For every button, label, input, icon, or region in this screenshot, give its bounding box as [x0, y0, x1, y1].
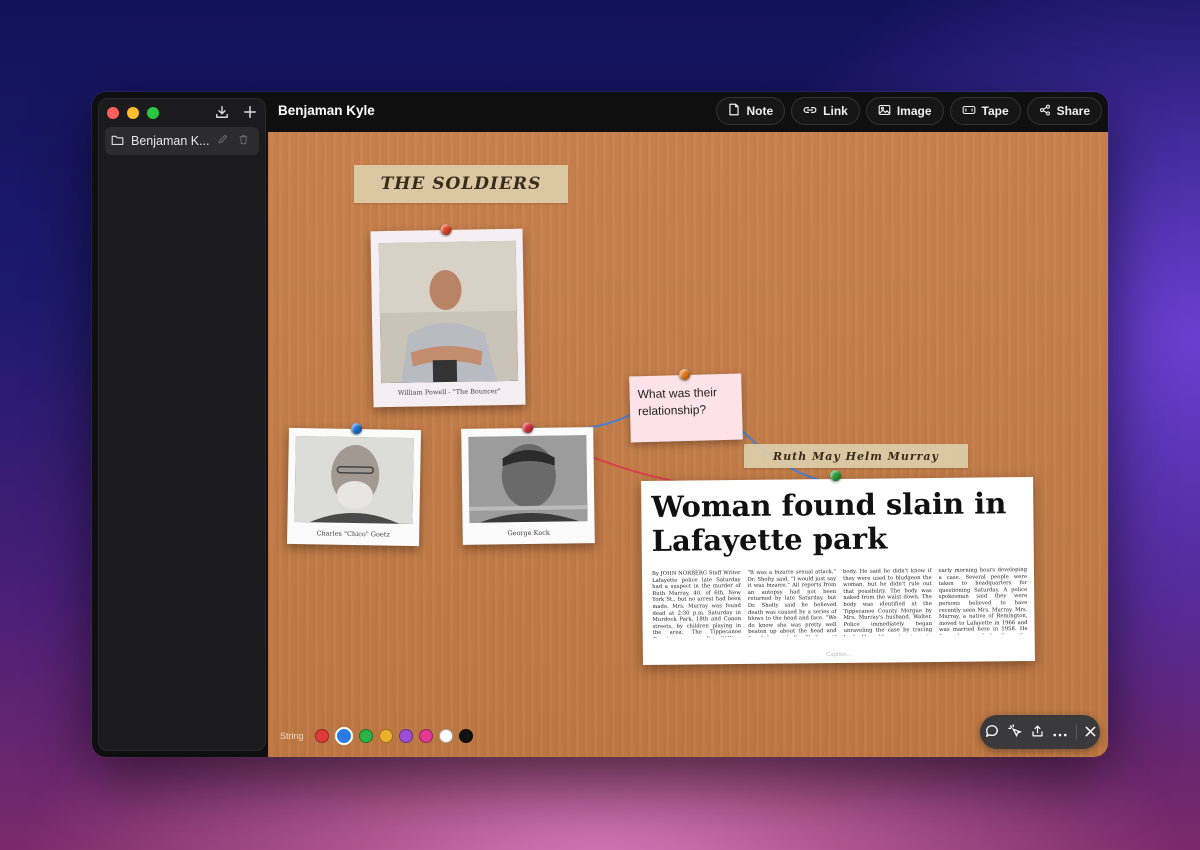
image-button-label: Image	[896, 104, 932, 118]
tape-label-soldiers-text: The Soldiers	[380, 174, 542, 194]
tape-icon	[962, 104, 976, 118]
trash-icon[interactable]	[238, 134, 249, 148]
board-title: Benjaman Kyle	[278, 103, 375, 118]
comment-icon[interactable]	[985, 724, 999, 741]
sticky-note[interactable]: What was their relationship?	[629, 368, 743, 443]
image-icon	[878, 104, 891, 119]
swatch-green[interactable]	[358, 729, 373, 743]
clipping-column: body. He said he didn't know if they wer…	[842, 568, 933, 638]
folder-icon	[111, 134, 124, 149]
link-button-label: Link	[823, 104, 848, 118]
more-icon[interactable]	[1052, 724, 1067, 740]
newspaper-clipping[interactable]: Woman found slain in Lafayette park By J…	[641, 469, 1035, 666]
tape-label-soldiers[interactable]: The Soldiers	[354, 165, 568, 203]
pushpin-blue-icon[interactable]	[350, 422, 363, 435]
clipping-column: "It was a bizarre sexual attack," Dr. Sh…	[747, 569, 837, 638]
toolbar: Note Link Image Tape Share	[716, 97, 1102, 125]
download-icon[interactable]	[215, 105, 229, 123]
photo-card-william-powell[interactable]: William Powell - "The Bouncer"	[370, 223, 526, 408]
photo-caption: William Powell - "The Bouncer"	[397, 387, 501, 397]
swatch-yellow[interactable]	[378, 729, 393, 743]
share-icon	[1039, 104, 1051, 119]
clipping-column: early morning hours developing a case. S…	[938, 567, 1028, 638]
tape-label-ruth[interactable]: Ruth May Helm Murray	[744, 444, 968, 468]
swatch-pink[interactable]	[418, 729, 433, 743]
photo-charles-goetz	[294, 435, 414, 525]
minimize-window-button[interactable]	[127, 107, 139, 119]
pushpin-red-icon[interactable]	[440, 223, 452, 236]
photo-caption: Charles "Chico" Goetz	[316, 529, 390, 539]
clipping-column: By JOHN NORBERG Staff Writer Lafayette p…	[651, 570, 742, 638]
link-icon	[803, 104, 817, 118]
clipping-headline: Woman found slain in Lafayette park	[651, 486, 1007, 558]
image-button[interactable]: Image	[865, 97, 944, 125]
app-window: Benjaman K... Benjaman Kyle Note Link Im…	[92, 92, 1108, 757]
share-button[interactable]: Share	[1026, 97, 1102, 125]
magic-cursor-icon[interactable]	[1007, 723, 1022, 741]
link-button[interactable]: Link	[791, 97, 860, 125]
traffic-lights	[107, 107, 159, 119]
note-icon	[728, 103, 740, 119]
photo-card-george-kock[interactable]: George Kock	[461, 421, 595, 545]
note-button-label: Note	[746, 104, 774, 118]
pushpin-green-icon[interactable]	[829, 469, 842, 482]
tape-button-label: Tape	[981, 104, 1009, 118]
sidebar-item-label: Benjaman K...	[131, 134, 210, 148]
zoom-window-button[interactable]	[147, 107, 159, 119]
swatch-black[interactable]	[458, 729, 473, 743]
sidebar-item-board[interactable]: Benjaman K...	[105, 127, 259, 155]
photo-william-powell	[378, 240, 519, 384]
sticky-note-text: What was their relationship?	[637, 385, 718, 419]
close-icon[interactable]	[1075, 724, 1096, 740]
string-color-palette: String	[280, 727, 473, 745]
swatch-blue-selected[interactable]	[334, 727, 353, 745]
export-icon[interactable]	[1031, 724, 1044, 741]
top-bar: Benjaman Kyle Note Link Image Tape Share	[268, 92, 1108, 132]
share-button-label: Share	[1056, 104, 1090, 118]
swatch-purple[interactable]	[398, 729, 413, 743]
swatch-white[interactable]	[438, 729, 453, 743]
sidebar: Benjaman K...	[98, 98, 266, 751]
clipping-caption-input[interactable]: Caption...	[643, 650, 1035, 660]
photo-george-kock	[468, 435, 588, 523]
tape-button[interactable]: Tape	[949, 97, 1021, 125]
photo-caption: George Kock	[507, 528, 550, 538]
clipping-body: By JOHN NORBERG Staff Writer Lafayette p…	[652, 567, 1028, 638]
close-window-button[interactable]	[107, 107, 119, 119]
note-button[interactable]: Note	[716, 97, 786, 125]
tape-label-ruth-text: Ruth May Helm Murray	[773, 449, 939, 463]
swatch-red[interactable]	[314, 729, 329, 743]
string-palette-label: String	[280, 731, 304, 741]
floating-action-tray	[980, 715, 1100, 749]
pushpin-orange-icon[interactable]	[678, 368, 691, 381]
add-icon[interactable]	[243, 105, 257, 123]
edit-icon[interactable]	[217, 134, 228, 148]
photo-card-charles-goetz[interactable]: Charles "Chico" Goetz	[286, 422, 422, 547]
corkboard-canvas[interactable]: The Soldiers Ruth May Helm Murray Willia…	[268, 132, 1108, 757]
pushpin-red-icon[interactable]	[522, 421, 534, 434]
